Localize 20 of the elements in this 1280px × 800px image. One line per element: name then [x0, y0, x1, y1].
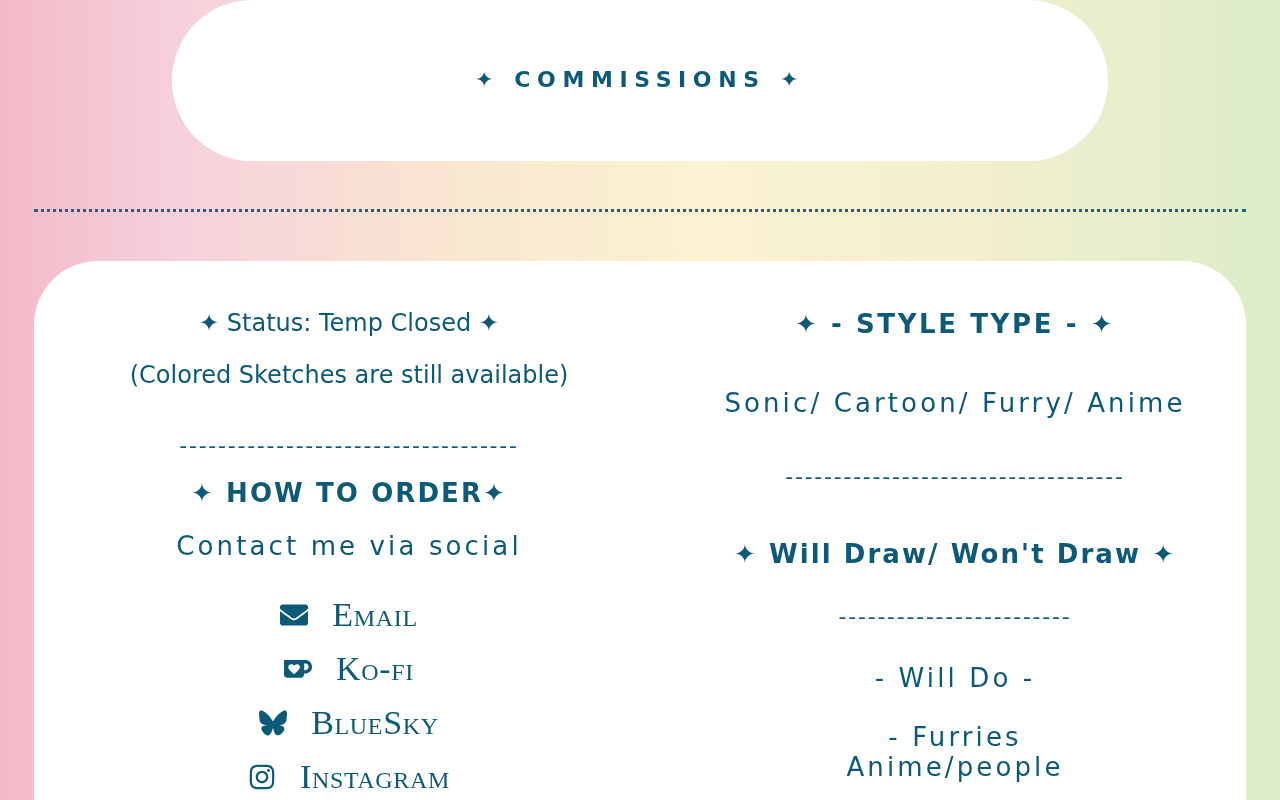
section-heading: ✦ Will Draw/ Won't Draw ✦: [733, 538, 1177, 571]
dashed-divider: -----------------------------------: [179, 432, 519, 460]
status-text: ✦ Status: Temp Closed ✦: [199, 308, 499, 339]
social-link[interactable]: Instagram: [247, 754, 451, 800]
styles-text: Sonic/ Cartoon/ Furry/ Anime: [724, 387, 1186, 420]
camera-icon: [247, 763, 276, 791]
social-link[interactable]: Ko-fi: [284, 646, 414, 692]
contact-text: Contact me via social: [176, 530, 522, 563]
will-do-label: - Will Do -: [874, 662, 1036, 695]
social-link[interactable]: BlueSky: [259, 700, 439, 746]
dashed-divider: -----------------------------------: [784, 463, 1126, 491]
butterfly-icon: [259, 709, 288, 737]
section-heading: ✦ - STYLE TYPE - ✦: [794, 308, 1116, 341]
section-heading: ✦ HOW TO ORDER✦: [191, 477, 507, 510]
dashed-divider: ------------------------: [838, 603, 1072, 631]
social-link[interactable]: Email: [280, 592, 418, 638]
list-item: Anime/people: [846, 752, 1064, 782]
note-text: (Colored Sketches are still available): [129, 360, 569, 391]
page-title: ✦ COMMISSIONS ✦: [475, 66, 805, 94]
list-item: - Furries: [888, 722, 1022, 752]
